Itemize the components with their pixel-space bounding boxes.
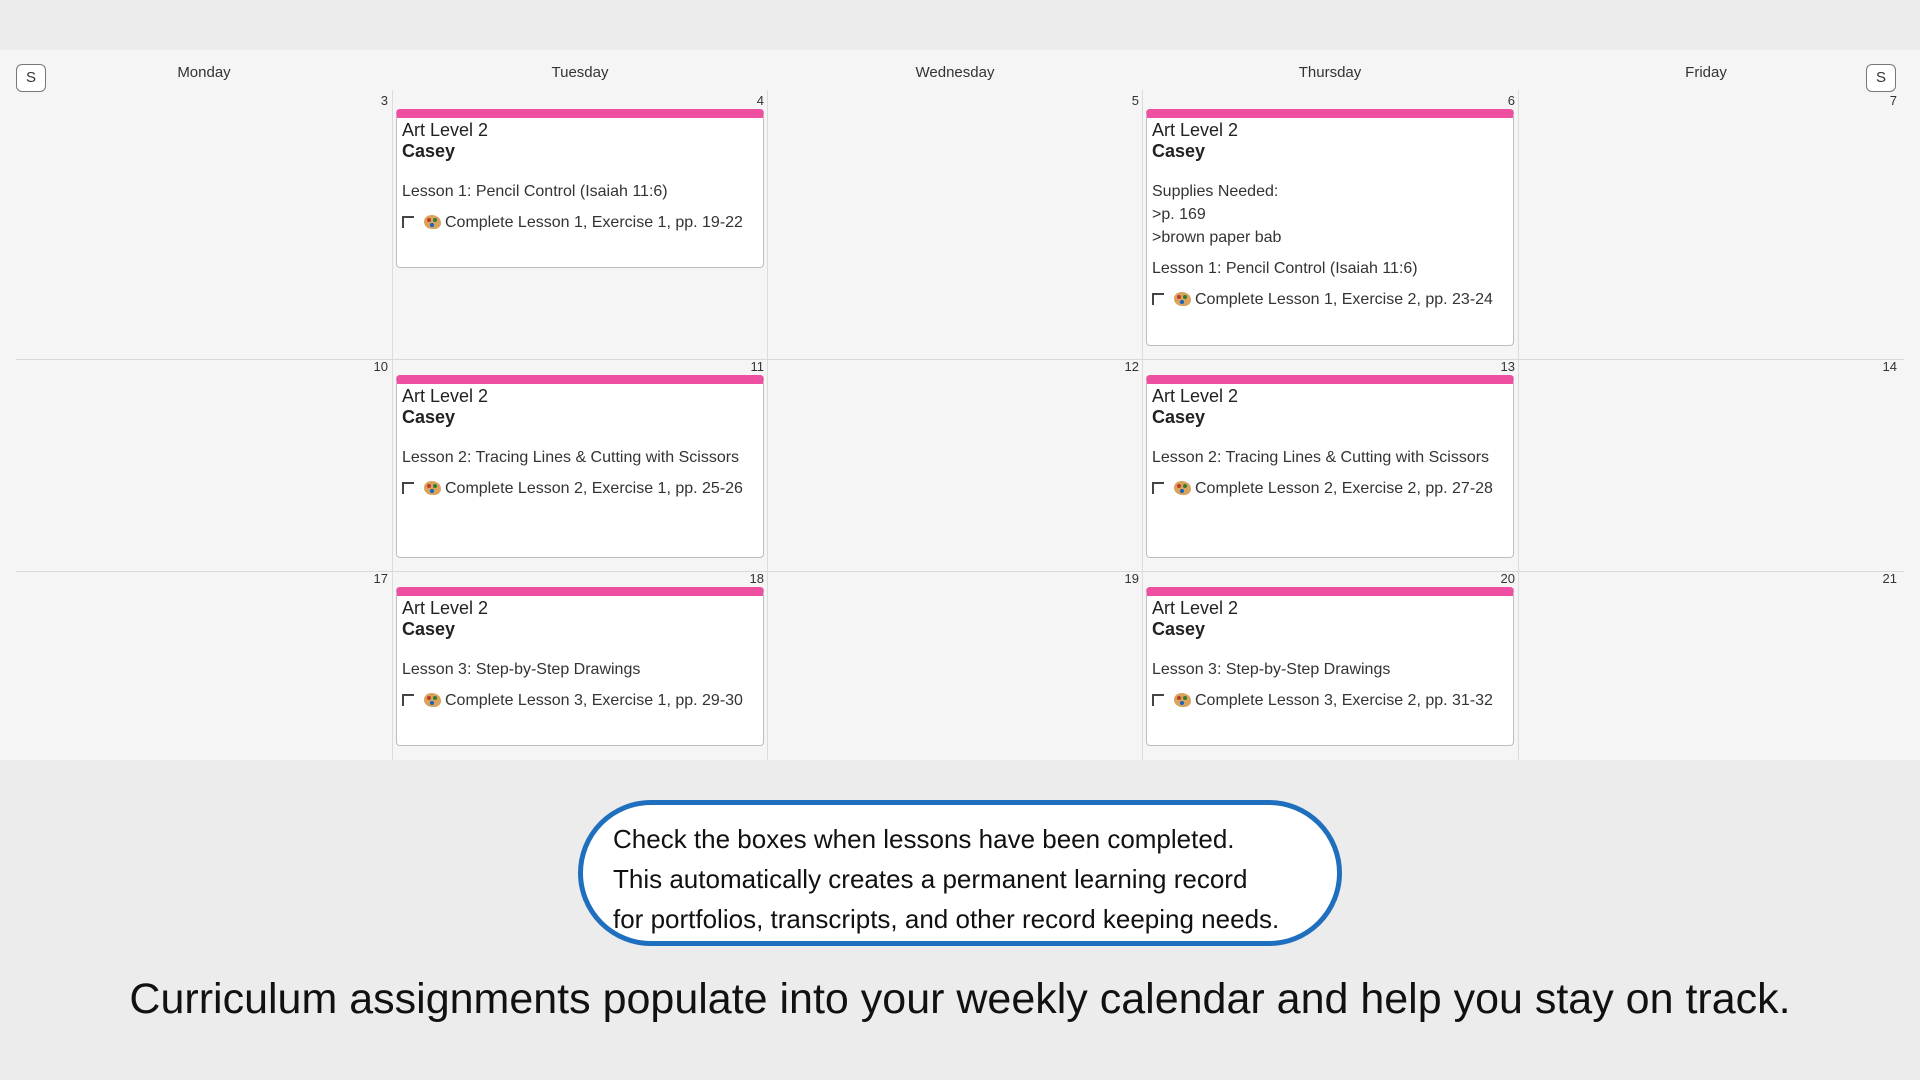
task-checkbox[interactable] [1152, 482, 1164, 494]
day-header-tuesday: Tuesday [551, 64, 609, 81]
date-label: 4 [756, 93, 764, 108]
week-divider [16, 571, 1904, 572]
supplies-note: Supplies Needed: >p. 169 >brown paper ba… [1152, 180, 1508, 249]
assignment-card[interactable]: Art Level 2 Casey Lesson 1: Pencil Contr… [396, 109, 764, 268]
date-label: 7 [1889, 93, 1897, 108]
task-item: Complete Lesson 2, Exercise 1, pp. 25-26 [402, 477, 758, 500]
task-checkbox[interactable] [1152, 293, 1164, 305]
instruction-callout: Check the boxes when lessons have been c… [578, 800, 1342, 946]
lesson-title: Lesson 3: Step-by-Step Drawings [402, 661, 641, 678]
date-label: 21 [1882, 571, 1897, 586]
date-label: 13 [1500, 359, 1515, 374]
task-text: Complete Lesson 1, Exercise 1, pp. 19-22 [424, 211, 743, 234]
day-header-friday: Friday [1685, 64, 1727, 81]
callout-line: This automatically creates a permanent l… [613, 864, 1248, 894]
date-label: 12 [1124, 359, 1139, 374]
assignment-card[interactable]: Art Level 2 Casey Supplies Needed: >p. 1… [1146, 109, 1514, 346]
lesson-title: Lesson 1: Pencil Control (Isaiah 11:6) [1152, 260, 1418, 277]
task-item: Complete Lesson 1, Exercise 2, pp. 23-24 [1152, 288, 1508, 311]
column-divider [392, 90, 393, 760]
course-title: Art Level 2 [1152, 386, 1239, 406]
art-palette-icon [1174, 481, 1191, 495]
task-item: Complete Lesson 3, Exercise 2, pp. 31-32 [1152, 689, 1508, 712]
task-label: Complete Lesson 2, Exercise 1, pp. 25-26 [445, 480, 743, 497]
date-label: 18 [749, 571, 764, 586]
date-label: 17 [373, 571, 388, 586]
assignment-card[interactable]: Art Level 2 Casey Lesson 3: Step-by-Step… [1146, 587, 1514, 746]
task-label: Complete Lesson 1, Exercise 1, pp. 19-22 [445, 214, 743, 231]
task-text: Complete Lesson 2, Exercise 1, pp. 25-26 [424, 477, 743, 500]
lesson-title: Lesson 1: Pencil Control (Isaiah 11:6) [402, 183, 668, 200]
lesson-title: Lesson 3: Step-by-Step Drawings [1152, 661, 1391, 678]
date-label: 3 [380, 93, 388, 108]
task-text: Complete Lesson 3, Exercise 1, pp. 29-30 [424, 689, 743, 712]
lesson-title: Lesson 2: Tracing Lines & Cutting with S… [402, 449, 740, 466]
tagline-caption: Curriculum assignments populate into you… [129, 975, 1791, 1023]
task-text: Complete Lesson 2, Exercise 2, pp. 27-28 [1174, 477, 1493, 500]
day-header-wednesday: Wednesday [915, 64, 995, 81]
column-divider [1142, 90, 1143, 760]
student-name: Casey [1152, 141, 1206, 161]
task-checkbox[interactable] [402, 482, 414, 494]
assignment-card[interactable]: Art Level 2 Casey Lesson 2: Tracing Line… [396, 375, 764, 558]
task-label: Complete Lesson 3, Exercise 1, pp. 29-30 [445, 692, 743, 709]
task-label: Complete Lesson 3, Exercise 2, pp. 31-32 [1195, 692, 1493, 709]
assignment-card[interactable]: Art Level 2 Casey Lesson 3: Step-by-Step… [396, 587, 764, 746]
art-palette-icon [1174, 693, 1191, 707]
course-title: Art Level 2 [1152, 598, 1239, 618]
task-item: Complete Lesson 1, Exercise 1, pp. 19-22 [402, 211, 758, 234]
art-palette-icon [424, 693, 441, 707]
student-name: Casey [402, 619, 456, 639]
date-label: 19 [1124, 571, 1139, 586]
course-title: Art Level 2 [402, 120, 489, 140]
week-divider [16, 359, 1904, 360]
task-item: Complete Lesson 2, Exercise 2, pp. 27-28 [1152, 477, 1508, 500]
course-title: Art Level 2 [402, 598, 489, 618]
date-label: 20 [1500, 571, 1515, 586]
date-label: 11 [750, 359, 765, 374]
column-divider [1518, 90, 1519, 760]
task-text: Complete Lesson 3, Exercise 2, pp. 31-32 [1174, 689, 1493, 712]
course-title: Art Level 2 [402, 386, 489, 406]
task-label: Complete Lesson 2, Exercise 2, pp. 27-28 [1195, 480, 1493, 497]
student-name: Casey [1152, 619, 1206, 639]
student-name: Casey [402, 141, 456, 161]
task-item: Complete Lesson 3, Exercise 1, pp. 29-30 [402, 689, 758, 712]
top-strip [0, 0, 1920, 50]
task-checkbox[interactable] [402, 216, 414, 228]
date-label: 14 [1882, 359, 1897, 374]
date-label: 6 [1507, 93, 1515, 108]
student-name: Casey [402, 407, 456, 427]
supplies-item: >brown paper bab [1152, 229, 1282, 246]
day-header-thursday: Thursday [1298, 64, 1362, 81]
callout-line: Check the boxes when lessons have been c… [613, 824, 1235, 854]
task-label: Complete Lesson 1, Exercise 2, pp. 23-24 [1195, 291, 1493, 308]
column-divider [767, 90, 768, 760]
supplies-item: >p. 169 [1152, 206, 1206, 223]
weekly-calendar [0, 50, 1920, 760]
student-name: Casey [1152, 407, 1206, 427]
art-palette-icon [424, 481, 441, 495]
supplies-heading: Supplies Needed: [1152, 183, 1279, 200]
assignment-card[interactable]: Art Level 2 Casey Lesson 2: Tracing Line… [1146, 375, 1514, 558]
task-checkbox[interactable] [402, 694, 414, 706]
date-label: 5 [1131, 93, 1139, 108]
task-text: Complete Lesson 1, Exercise 2, pp. 23-24 [1174, 288, 1493, 311]
course-title: Art Level 2 [1152, 120, 1239, 140]
art-palette-icon [424, 215, 441, 229]
task-checkbox[interactable] [1152, 694, 1164, 706]
callout-line: for portfolios, transcripts, and other r… [613, 904, 1280, 934]
lesson-title: Lesson 2: Tracing Lines & Cutting with S… [1152, 449, 1490, 466]
art-palette-icon [1174, 292, 1191, 306]
day-header-monday: Monday [177, 64, 231, 81]
date-label: 10 [373, 359, 388, 374]
